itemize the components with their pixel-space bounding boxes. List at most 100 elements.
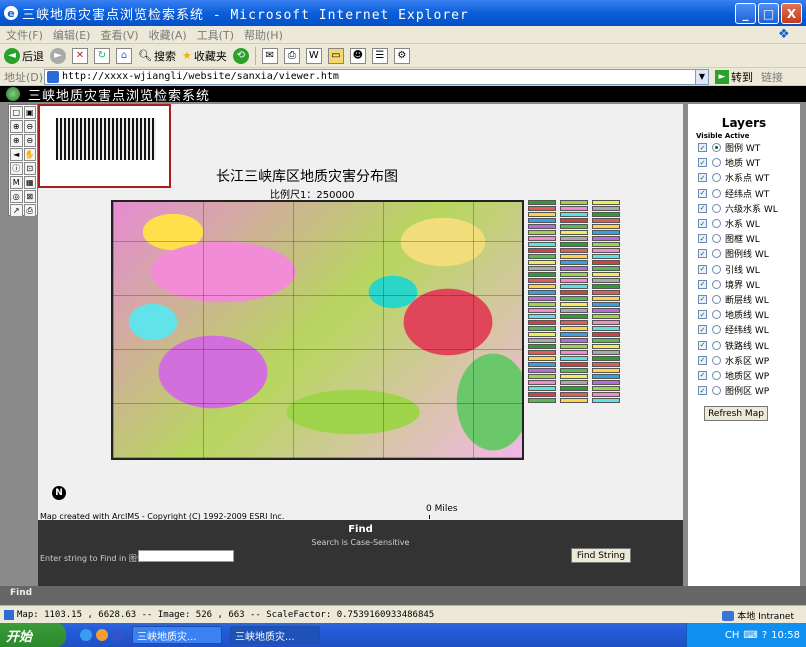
menu-edit[interactable]: 编辑(E) — [53, 27, 91, 43]
layer-visible-checkbox[interactable]: ✓ — [698, 249, 707, 259]
quicklaunch-desktop-icon[interactable] — [112, 629, 124, 641]
layer-active-radio[interactable] — [712, 294, 721, 304]
folder-icon[interactable]: ▭ — [327, 47, 344, 64]
print-icon[interactable]: ⎙ — [283, 47, 300, 64]
layer-visible-checkbox[interactable]: ✓ — [698, 143, 707, 153]
layer-active-radio[interactable] — [712, 234, 721, 244]
tool-find[interactable]: ◎ — [10, 190, 23, 203]
back-button[interactable]: ◄ 后退 — [4, 47, 44, 64]
maximize-button[interactable]: □ — [758, 3, 779, 24]
close-button[interactable]: X — [781, 3, 802, 24]
layer-visible-checkbox[interactable]: ✓ — [698, 310, 707, 320]
layer-active-radio[interactable] — [712, 370, 721, 380]
layer-active-radio[interactable] — [712, 219, 721, 229]
layer-visible-checkbox[interactable]: ✓ — [698, 279, 707, 289]
mail-icon[interactable]: ✉ — [261, 47, 278, 64]
refresh-map-button[interactable]: Refresh Map — [704, 406, 768, 422]
address-label: 地址(D) — [4, 70, 44, 84]
tool-zoom-active[interactable]: ⊖ — [23, 134, 36, 147]
layer-active-radio[interactable] — [712, 173, 721, 183]
layer-visible-checkbox[interactable]: ✓ — [698, 234, 707, 244]
map-frame[interactable]: 长江三峡库区地质灾害分布图 比例尺1：250000 N 0 Miles Map … — [38, 104, 683, 521]
legend-column — [592, 200, 620, 460]
tool-query[interactable]: ▦ — [23, 176, 36, 189]
research-icon[interactable]: ☰ — [371, 47, 388, 64]
address-dropdown-icon[interactable]: ▼ — [695, 68, 709, 85]
favorites-button[interactable]: ★ 收藏夹 — [182, 48, 227, 64]
help-icon[interactable]: ? — [762, 630, 767, 641]
geology-map-image[interactable] — [111, 200, 524, 460]
tool-zoom-full[interactable]: ⊕ — [10, 134, 23, 147]
window-titlebar[interactable]: e 三峡地质灾害点浏览检索系统 - Microsoft Internet Exp… — [0, 0, 806, 26]
keyboard-icon[interactable]: ⌨ — [743, 630, 757, 641]
tool-measure[interactable]: M — [10, 176, 23, 189]
layer-visible-checkbox[interactable]: ✓ — [698, 203, 707, 213]
layer-row: ✓ 断层线 WL — [688, 292, 800, 307]
taskbar-item[interactable]: 三峡地质灾... — [132, 626, 222, 644]
layer-active-radio[interactable] — [712, 355, 721, 365]
layer-label: 图例 WT — [725, 144, 761, 155]
layer-visible-checkbox[interactable]: ✓ — [698, 370, 707, 380]
layer-active-radio[interactable] — [712, 386, 721, 396]
tool-identify[interactable]: ⓘ — [10, 162, 23, 175]
find-input[interactable] — [138, 550, 234, 562]
refresh-icon[interactable]: ↻ — [94, 47, 110, 64]
layer-active-radio[interactable] — [712, 264, 721, 274]
menu-tools[interactable]: 工具(T) — [197, 27, 234, 43]
start-button[interactable]: 开始 — [0, 623, 66, 647]
tool-zoom-in[interactable]: ⊕ — [10, 120, 23, 133]
tool-pan[interactable]: ✋ — [23, 148, 36, 161]
minimize-button[interactable]: _ — [735, 3, 756, 24]
edit-icon[interactable]: W — [305, 47, 322, 64]
layer-visible-checkbox[interactable]: ✓ — [698, 325, 707, 335]
stop-icon[interactable]: ✕ — [72, 47, 88, 64]
input-language[interactable]: CH — [725, 630, 740, 641]
tool-link[interactable]: ↗ — [10, 204, 23, 217]
address-input[interactable]: http://xxxx-wjiangli/website/sanxia/view… — [44, 68, 696, 85]
menu-help[interactable]: 帮助(H) — [244, 27, 283, 43]
quicklaunch-media-icon[interactable] — [96, 629, 108, 641]
layer-visible-checkbox[interactable]: ✓ — [698, 219, 707, 229]
layer-label: 水系点 WT — [725, 174, 770, 185]
tools-icon[interactable]: ⚙ — [393, 47, 410, 64]
layer-visible-checkbox[interactable]: ✓ — [698, 340, 707, 350]
tool-clear[interactable]: ⊠ — [23, 190, 36, 203]
history-icon[interactable]: ⟲ — [232, 47, 249, 64]
layer-visible-checkbox[interactable]: ✓ — [698, 355, 707, 365]
find-string-button[interactable]: Find String — [571, 548, 631, 563]
layer-visible-checkbox[interactable]: ✓ — [698, 386, 707, 396]
layer-visible-checkbox[interactable]: ✓ — [698, 173, 707, 183]
home-icon[interactable]: ⌂ — [116, 47, 132, 64]
legend-swatch — [592, 314, 620, 319]
layer-active-radio[interactable] — [712, 279, 721, 289]
tool-toggle-overview[interactable]: □ — [10, 106, 23, 119]
layer-active-radio[interactable] — [712, 249, 721, 259]
messenger-icon[interactable]: ☻ — [349, 47, 366, 64]
tool-select[interactable]: ⊡ — [23, 162, 36, 175]
layer-active-radio[interactable] — [712, 310, 721, 320]
layer-visible-checkbox[interactable]: ✓ — [698, 264, 707, 274]
tool-print[interactable]: ⎙ — [23, 204, 36, 217]
menu-favorites[interactable]: 收藏(A) — [149, 27, 187, 43]
quicklaunch-ie-icon[interactable] — [80, 629, 92, 641]
go-button[interactable]: ► 转到 — [715, 69, 753, 85]
layer-visible-checkbox[interactable]: ✓ — [698, 188, 707, 198]
menu-file[interactable]: 文件(F) — [6, 27, 43, 43]
taskbar-item-active[interactable]: 三峡地质灾... — [230, 626, 320, 644]
tool-back[interactable]: ◄ — [10, 148, 23, 161]
links-button[interactable]: 链接 — [761, 69, 783, 85]
layer-visible-checkbox[interactable]: ✓ — [698, 294, 707, 304]
layer-visible-checkbox[interactable]: ✓ — [698, 158, 707, 168]
layer-active-radio[interactable] — [712, 340, 721, 350]
menu-view[interactable]: 查看(V) — [100, 27, 138, 43]
forward-button[interactable]: ► — [50, 47, 66, 64]
layer-active-radio[interactable] — [712, 325, 721, 335]
layer-active-radio[interactable] — [712, 188, 721, 198]
search-button[interactable]: 🔍︎ 搜索 — [138, 48, 176, 64]
overview-map[interactable] — [38, 104, 171, 188]
layer-active-radio[interactable] — [712, 158, 721, 168]
layer-active-radio[interactable] — [712, 143, 721, 153]
layer-active-radio[interactable] — [712, 203, 721, 213]
tool-zoom-out[interactable]: ⊖ — [23, 120, 36, 133]
tool-toggle-legend[interactable]: ▣ — [23, 106, 36, 119]
